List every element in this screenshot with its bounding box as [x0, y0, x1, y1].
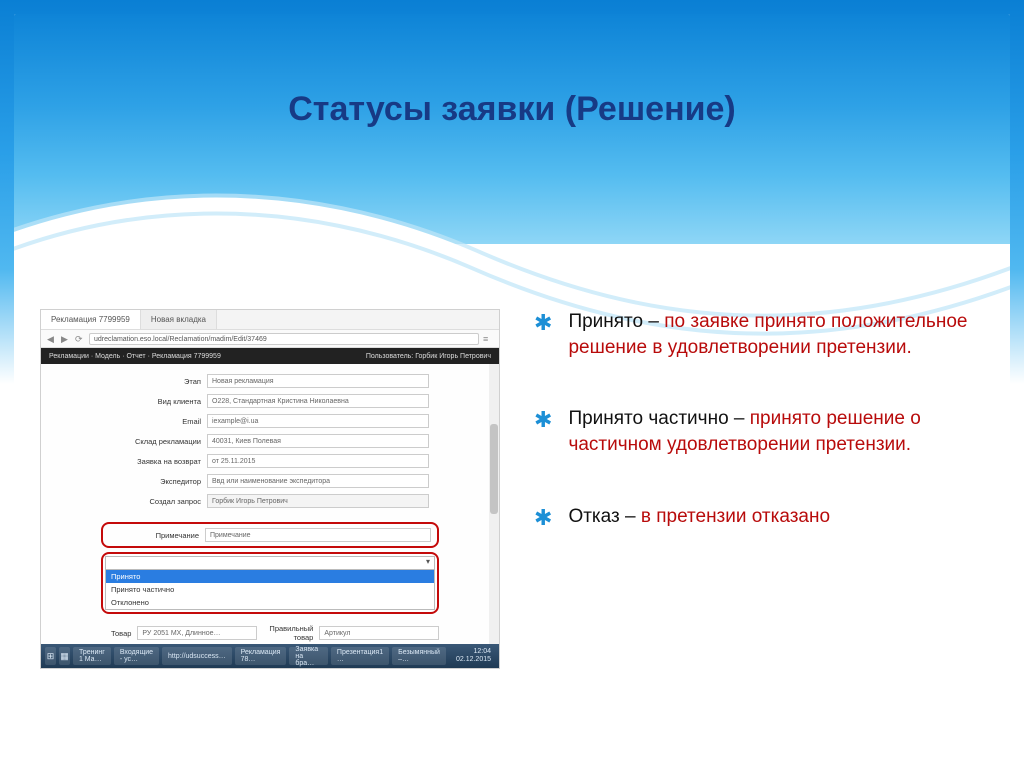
scrollbar[interactable]	[489, 364, 499, 644]
bullet-text: в претензии отказано	[641, 506, 830, 527]
field-label: Примечание	[109, 531, 199, 540]
form-row: Этап Новая рекламация	[111, 374, 429, 388]
form-row: Экспедитор Ввд или наименование экспедит…	[111, 474, 429, 488]
field-input[interactable]: РУ 2051 МХ, Длинное…	[137, 626, 257, 640]
time: 12:04	[456, 648, 491, 656]
dropdown-item[interactable]: Отклонено	[106, 596, 434, 609]
breadcrumb: Рекламации · Модель · Отчет · Рекламация…	[49, 353, 221, 360]
user-label: Пользователь: Горбик Игорь Петрович	[366, 353, 491, 360]
content-area: Рекламация 7799959 Новая вкладка ◀ ▶ ⟳ u…	[40, 309, 984, 728]
field-label: Товар	[111, 629, 131, 638]
menu-icon[interactable]: ≡	[483, 334, 493, 344]
form-row: Вид клиента О228, Стандартная Кристина Н…	[111, 394, 429, 408]
taskbar-item[interactable]: Тренинг 1 Ма…	[73, 647, 111, 665]
forward-icon[interactable]: ▶	[61, 334, 71, 344]
field-input[interactable]: 40031, Киев Полевая	[207, 434, 429, 448]
dropdown-item[interactable]: Принято частично	[106, 583, 434, 596]
bullet-term: Отказ	[568, 506, 619, 527]
dropdown-list: Принято Принято частично Отклонено	[105, 570, 435, 610]
start-icon[interactable]: ⊞	[45, 647, 56, 665]
form-row: Заявка на возврат от 25.11.2015	[111, 454, 429, 468]
bullet-term: Принято частично	[568, 408, 728, 429]
asterisk-icon: ✱	[534, 406, 552, 457]
decision-input[interactable]: Примечание	[205, 528, 431, 542]
bullet-item: ✱ Отказ – в претензии отказано	[534, 504, 984, 530]
date: 02.12.2015	[456, 656, 491, 664]
asterisk-icon: ✱	[534, 309, 552, 360]
form-bottom-row: Товар РУ 2051 МХ, Длинное… Правильный то…	[111, 624, 429, 642]
app-header: Рекламации · Модель · Отчет · Рекламация…	[41, 348, 499, 364]
field-label: Вид клиента	[111, 397, 201, 406]
field-label: Заявка на возврат	[111, 457, 201, 466]
browser-tab[interactable]: Рекламация 7799959	[41, 310, 141, 329]
field-input[interactable]: iexample@i.ua	[207, 414, 429, 428]
bullet-item: ✱ Принято – по заявке принято положитель…	[534, 309, 984, 360]
form-body: Этап Новая рекламация Вид клиента О228, …	[41, 364, 499, 518]
browser-tabs: Рекламация 7799959 Новая вкладка	[41, 310, 499, 330]
slide-frame: Статусы заявки (Решение) Рекламация 7799…	[14, 14, 1010, 754]
browser-tab[interactable]: Новая вкладка	[141, 310, 217, 329]
field-input[interactable]: Артикул	[319, 626, 439, 640]
form-row: Создал запрос Горбик Игорь Петрович	[111, 494, 429, 508]
explorer-icon[interactable]: ▦	[59, 647, 70, 665]
taskbar-item[interactable]: Рекламация 78…	[235, 647, 287, 665]
field-input[interactable]: от 25.11.2015	[207, 454, 429, 468]
url-bar: ◀ ▶ ⟳ udreclamation.eso.local/Reclamatio…	[41, 330, 499, 348]
back-icon[interactable]: ◀	[47, 334, 57, 344]
field-input: Горбик Игорь Петрович	[207, 494, 429, 508]
reload-icon[interactable]: ⟳	[75, 334, 85, 344]
field-label: Email	[111, 417, 201, 426]
taskbar-item[interactable]: Входящие - ус…	[114, 647, 159, 665]
field-label: Создал запрос	[111, 497, 201, 506]
field-label: Склад рекламации	[111, 437, 201, 446]
bullet-sep: –	[620, 506, 641, 527]
taskbar-item[interactable]: http://udsuccess…	[162, 647, 232, 665]
slide-title: Статусы заявки (Решение)	[14, 90, 1010, 129]
bullet-item: ✱ Принято частично – принято решение о ч…	[534, 406, 984, 457]
app-screenshot: Рекламация 7799959 Новая вкладка ◀ ▶ ⟳ u…	[40, 309, 500, 669]
url-input[interactable]: udreclamation.eso.local/Reclamation/madi…	[89, 333, 479, 345]
scrollbar-thumb[interactable]	[490, 424, 498, 514]
taskbar: ⊞ ▦ Тренинг 1 Ма… Входящие - ус… http://…	[41, 644, 499, 668]
taskbar-item[interactable]: Заявка на бра…	[289, 647, 328, 665]
field-input[interactable]: Новая рекламация	[207, 374, 429, 388]
asterisk-icon: ✱	[534, 504, 552, 530]
bullet-sep: –	[643, 311, 664, 332]
dropdown-item[interactable]: Принято	[106, 570, 434, 583]
field-input[interactable]: О228, Стандартная Кристина Николаевна	[207, 394, 429, 408]
form-row: Email iexample@i.ua	[111, 414, 429, 428]
clock: 12:04 02.12.2015	[452, 648, 495, 663]
highlight-dropdown: Принято Принято частично Отклонено	[101, 552, 439, 614]
taskbar-item[interactable]: Презентация1 …	[331, 647, 389, 665]
dropdown-field[interactable]	[105, 556, 435, 570]
taskbar-item[interactable]: Безымянный –…	[392, 647, 446, 665]
field-input[interactable]: Ввд или наименование экспедитора	[207, 474, 429, 488]
form-row: Склад рекламации 40031, Киев Полевая	[111, 434, 429, 448]
field-label: Этап	[111, 377, 201, 386]
field-label: Правильный товар	[269, 624, 313, 642]
bullet-sep: –	[729, 408, 750, 429]
bullet-term: Принято	[568, 311, 643, 332]
highlight-decision-field: Примечание Примечание	[101, 522, 439, 548]
bullet-list: ✱ Принято – по заявке принято положитель…	[534, 309, 984, 728]
field-label: Экспедитор	[111, 477, 201, 486]
